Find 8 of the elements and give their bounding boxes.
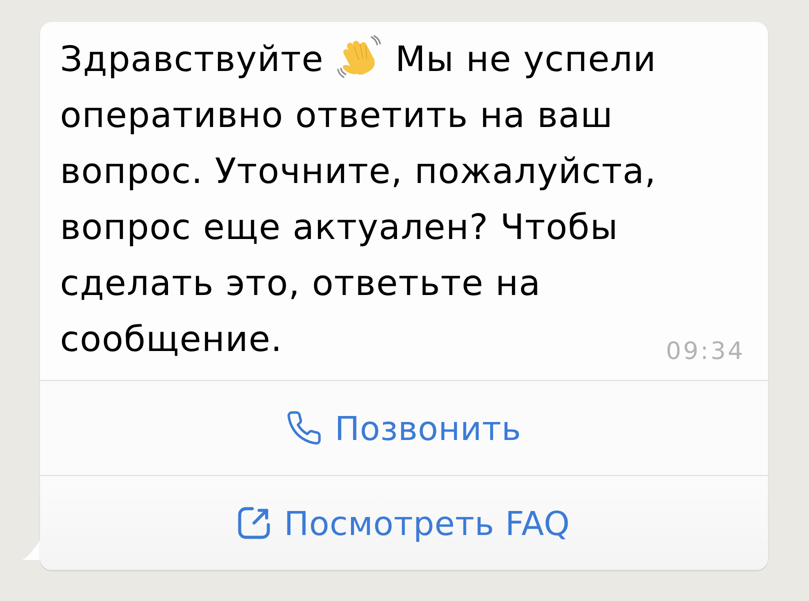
message-text: Здравствуйте Мы не успели оперативно ответить на ваш вопрос. Уточните, пожалуйста, вопрос еще актуален? Чтобы сделать это, ответьте на сообщение. <box>60 32 660 368</box>
external-link-icon <box>238 507 270 539</box>
faq-link-button[interactable]: Посмотреть FAQ <box>40 475 768 570</box>
waving-hand-icon <box>336 35 382 81</box>
bubble-tail <box>22 540 40 560</box>
call-button[interactable]: Позвонить <box>40 380 768 475</box>
message-time: 09:34 <box>666 338 745 365</box>
phone-icon <box>286 411 321 445</box>
